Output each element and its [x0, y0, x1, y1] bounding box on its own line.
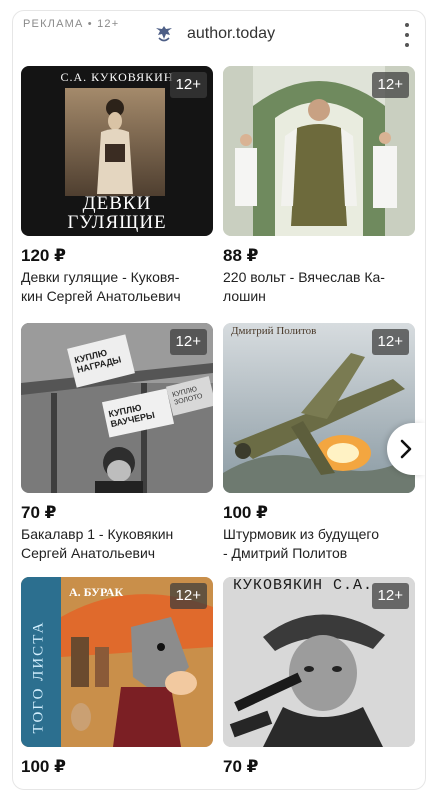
book-cover[interactable]: Дмитрий Политов 12+ — [223, 323, 415, 493]
age-rating-badge: 12+ — [371, 583, 409, 609]
more-dot-icon — [405, 33, 409, 37]
book-cover[interactable]: 12+ — [223, 66, 415, 236]
age-rating-badge: 12+ — [371, 72, 409, 98]
book-title-line: 220 вольт - Вячеслав Ка- — [223, 269, 385, 285]
cover-author: А. БУРАК — [69, 585, 124, 599]
book-title-line: - Дмитрий Политов — [223, 545, 348, 561]
ad-header: РЕКЛАМА • 12+ author.today — [13, 11, 425, 61]
book-cover[interactable]: А. БУРАК ТОГО ЛИСТА 12+ — [21, 577, 213, 747]
book-title[interactable]: Бакалавр 1 - Куковякин Сергей Анатольеви… — [21, 525, 213, 563]
brand-name: author.today — [187, 25, 276, 42]
cover-side-text: ТОГО ЛИСТА — [30, 620, 47, 734]
book-price: 100 ₽ — [21, 757, 66, 776]
book-title[interactable]: Штурмовик из будущего - Дмитрий Политов — [223, 525, 415, 563]
more-dot-icon — [405, 43, 409, 47]
age-rating-badge: 12+ — [169, 329, 207, 355]
book-title-line: Штурмовик из будущего — [223, 526, 379, 542]
book-tile[interactable]: Дмитрий Политов 12+ 100 ₽ Штурмовик из б… — [223, 323, 415, 563]
age-rating-badge: 12+ — [169, 72, 207, 98]
author-today-logo-icon — [156, 26, 172, 42]
book-title-line: Бакалавр 1 - Куковякин — [21, 526, 174, 542]
age-rating-badge: 12+ — [169, 583, 207, 609]
cover-title-line: ГУЛЯЩИЕ — [67, 212, 167, 233]
book-price: 120 ₽ — [21, 246, 66, 265]
book-tile[interactable]: С.А. КУКОВЯКИН ДЕВКИ ГУЛЯЩИЕ 12+ 120 ₽ Д… — [21, 66, 213, 306]
book-tile[interactable]: 12+ 88 ₽ 220 вольт - Вячеслав Ка- лошин — [223, 66, 415, 306]
book-price: 70 ₽ — [223, 757, 259, 776]
age-rating-badge: 12+ — [371, 329, 409, 355]
book-cover[interactable]: С.А. КУКОВЯКИН ДЕВКИ ГУЛЯЩИЕ 12+ — [21, 66, 213, 236]
book-title-line: кин Сергей Анатольевич — [21, 288, 181, 304]
book-title-line: Сергей Анатольевич — [21, 545, 156, 561]
book-title[interactable]: Девки гулящие - Куковя- кин Сергей Анато… — [21, 268, 213, 306]
brand-link[interactable]: author.today — [153, 23, 275, 45]
book-tile[interactable]: КУКОВЯКИН С.А. 12+ 70 ₽ — [223, 577, 415, 777]
chevron-right-icon — [400, 439, 412, 459]
cover-title-line: ДЕВКИ — [82, 193, 152, 214]
ad-label: РЕКЛАМА • 12+ — [23, 18, 120, 30]
ad-card: РЕКЛАМА • 12+ author.today С.А. КУКОВЯКИ… — [12, 10, 426, 790]
book-cover[interactable]: КУПЛЮ НАГРАДЫ КУПЛЮ ВАУЧЕРЫ КУПЛЮ ЗОЛОТО… — [21, 323, 213, 493]
book-price: 100 ₽ — [223, 503, 268, 522]
book-price: 70 ₽ — [21, 503, 57, 522]
book-tile[interactable]: А. БУРАК ТОГО ЛИСТА 12+ 100 ₽ — [21, 577, 213, 777]
more-options-button[interactable] — [397, 23, 417, 47]
more-dot-icon — [405, 23, 409, 27]
book-cover[interactable]: КУКОВЯКИН С.А. 12+ — [223, 577, 415, 747]
book-tile[interactable]: КУПЛЮ НАГРАДЫ КУПЛЮ ВАУЧЕРЫ КУПЛЮ ЗОЛОТО… — [21, 323, 213, 563]
cover-title: ДЕВКИ ГУЛЯЩИЕ — [21, 194, 213, 232]
cover-author: Дмитрий Политов — [231, 325, 317, 337]
book-title[interactable]: 220 вольт - Вячеслав Ка- лошин — [223, 268, 415, 306]
book-title-line: лошин — [223, 288, 266, 304]
book-price: 88 ₽ — [223, 246, 259, 265]
book-title-line: Девки гулящие - Куковя- — [21, 269, 180, 285]
